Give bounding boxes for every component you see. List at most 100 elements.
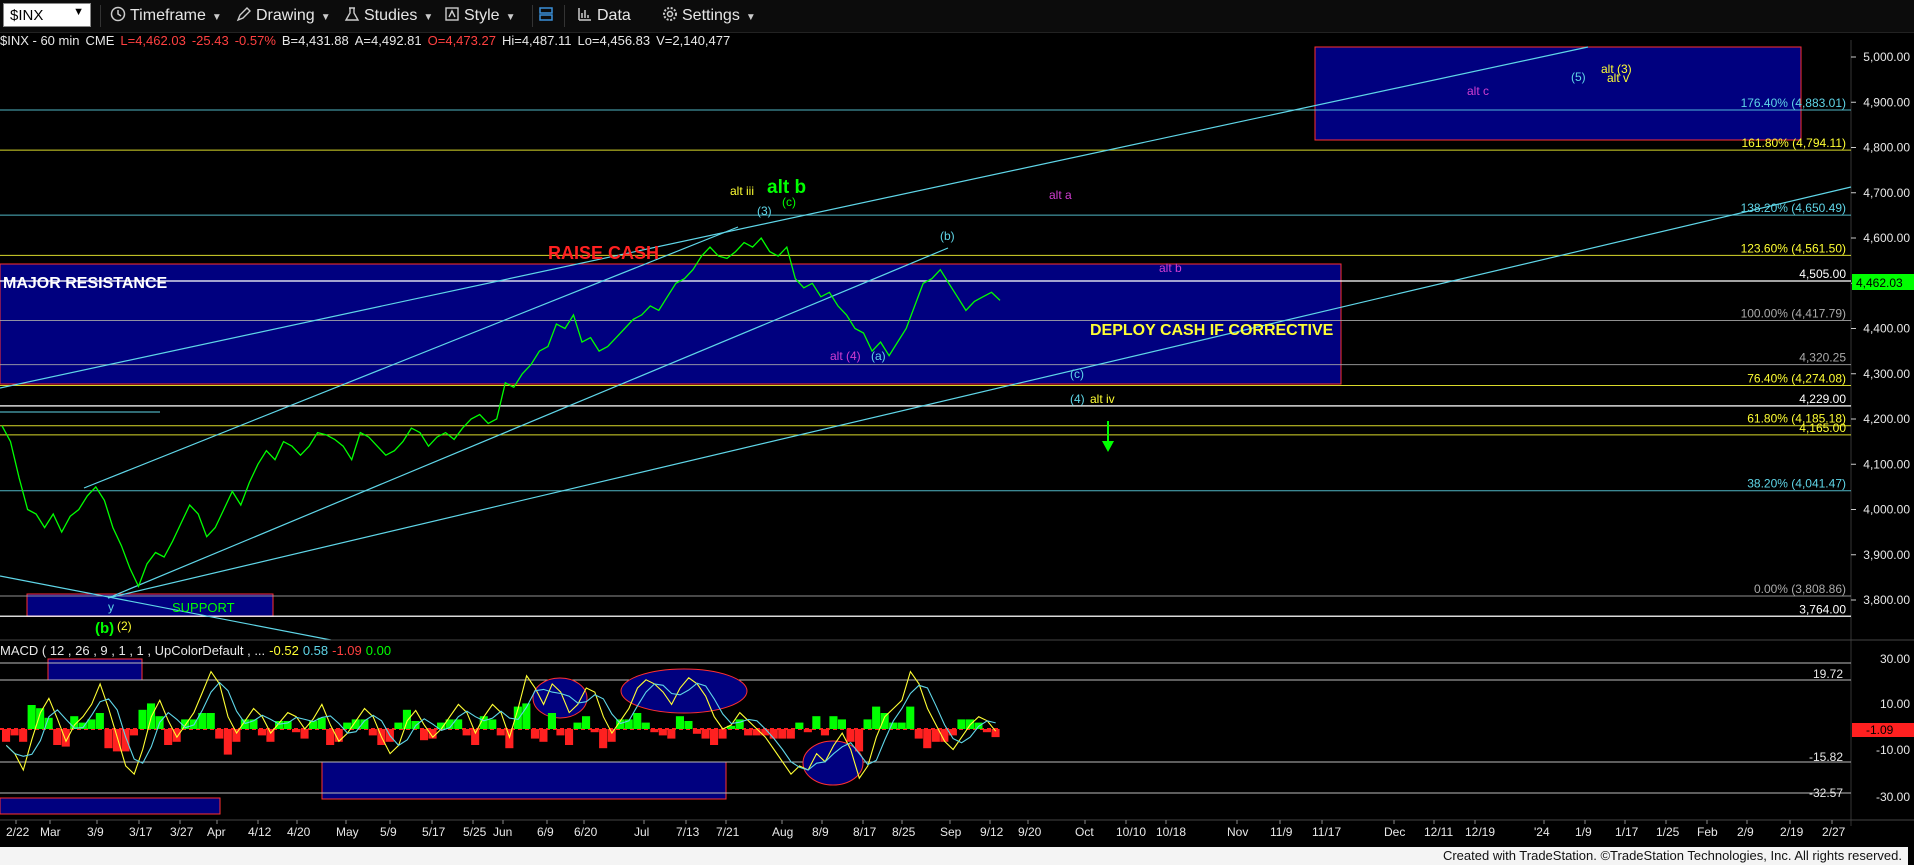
date-tick-label: Oct	[1075, 825, 1094, 839]
macd-bar	[53, 729, 62, 745]
date-tick-label: 11/17	[1312, 825, 1341, 839]
macd-bar	[795, 722, 804, 729]
wave-label-alt-a: alt a	[1049, 188, 1072, 202]
macd-bar	[906, 706, 915, 729]
date-axis: 2/22 Mar 3/9 3/17 3/27 Apr 4/12 4/20 May 5/9 5/17 5…	[6, 820, 1846, 839]
date-tick-label: Apr	[207, 825, 226, 839]
macd-bar	[292, 729, 301, 733]
macd-bar	[667, 729, 676, 739]
level-label: 4,229.00	[1799, 392, 1846, 406]
date-tick-label: 8/17	[853, 825, 877, 839]
wave-label-y: y	[108, 600, 114, 614]
macd-bar	[957, 719, 966, 729]
macd-bar	[95, 713, 104, 729]
macd-tick-label: -32.57	[1809, 786, 1843, 800]
macd-bar	[547, 713, 556, 729]
last-price-tag-text: 4,462.03	[1856, 276, 1903, 290]
macd-bar	[974, 722, 983, 729]
level-label: 4,320.25	[1799, 351, 1846, 365]
macd-bar	[87, 719, 96, 729]
macd-bar	[223, 729, 232, 755]
macd-bar	[411, 721, 420, 729]
date-tick-label: 11/9	[1270, 825, 1293, 839]
macd-bar	[778, 729, 787, 739]
macd-tick-label: -15.82	[1809, 750, 1843, 764]
macd-bar	[650, 729, 659, 733]
macd-label: MACD ( 12 , 26 , 9 , 1 , 1 , UpColorDefa…	[0, 643, 266, 658]
macd-ellipse	[532, 677, 588, 719]
macd-bar	[855, 729, 864, 752]
macd-bar	[232, 729, 241, 742]
macd-bar	[266, 729, 275, 742]
date-tick-label: 5/25	[463, 825, 487, 839]
wave-label-3: (3)	[757, 204, 772, 218]
date-tick-label: 2/27	[1822, 825, 1846, 839]
wave-label-b-green: (b)	[95, 620, 114, 637]
macd-bar	[897, 722, 906, 729]
level-label: 176.40% (4,883.01)	[1741, 96, 1846, 110]
date-tick-label: 2/22	[6, 825, 30, 839]
macd-zone	[47, 658, 143, 681]
raise-cash-label: RAISE CASH	[548, 243, 659, 263]
macd-zone	[0, 797, 221, 815]
date-tick-label: 8/9	[812, 825, 829, 839]
macd-bar	[803, 729, 812, 733]
date-tick-label: Nov	[1227, 825, 1248, 839]
macd-bar	[496, 729, 505, 736]
price-tick-label: 4,700.00	[1863, 186, 1910, 200]
date-tick-label: 2/9	[1737, 825, 1754, 839]
date-tick-label: 1/25	[1656, 825, 1680, 839]
deploy-cash-label: DEPLOY CASH IF CORRECTIVE	[1090, 322, 1334, 339]
macd-bar	[206, 713, 215, 729]
macd-bar	[633, 713, 642, 729]
price-tick-label: 4,800.00	[1863, 141, 1910, 155]
date-tick-label: Feb	[1697, 825, 1718, 839]
wave-label-a: (a)	[871, 349, 886, 363]
date-tick-label: Sep	[940, 825, 962, 839]
macd-bar	[607, 729, 616, 742]
date-tick-label: 3/9	[87, 825, 104, 839]
date-tick-label: May	[336, 825, 359, 839]
date-tick-label: 12/11	[1424, 825, 1453, 839]
macd-bar	[112, 729, 121, 752]
macd-bar	[710, 729, 719, 745]
macd-bar	[872, 706, 881, 729]
price-tick-label: 4,400.00	[1863, 322, 1910, 336]
macd-bar	[820, 729, 829, 736]
macd-bar	[19, 729, 28, 742]
macd-legend: MACD ( 12 , 26 , 9 , 1 , 1 , UpColorDefa…	[0, 643, 395, 658]
wave-label-c: (c)	[782, 195, 796, 209]
macd-tick-label: 19.72	[1813, 667, 1843, 681]
macd-tick-label: -10.00	[1876, 743, 1910, 757]
wave-label-4: (4)	[1070, 392, 1085, 406]
macd-bar	[368, 729, 377, 736]
macd-bar	[215, 729, 224, 739]
macd-bar	[138, 709, 147, 729]
macd-bar	[786, 729, 795, 739]
macd-bar	[718, 729, 727, 739]
level-label: 100.00% (4,417.79)	[1741, 306, 1846, 320]
macd-bar	[505, 729, 514, 749]
wave-label-alt-b-magenta: alt b	[1159, 261, 1182, 275]
price-chart[interactable]: 176.40% (4,883.01) 161.80% (4,794.11) 138.…	[0, 0, 1914, 865]
wave-label-2: (2)	[117, 619, 132, 633]
level-label: 123.60% (4,561.50)	[1741, 241, 1846, 255]
macd-bar	[982, 729, 991, 733]
macd-bar	[326, 729, 335, 745]
level-label: 4,165.00	[1799, 421, 1846, 435]
macd-bar	[556, 729, 565, 736]
price-tick-label: 3,900.00	[1863, 548, 1910, 562]
level-label: 0.00% (3,808.86)	[1754, 582, 1846, 596]
wave-label-alt-4: alt (4)	[830, 349, 861, 363]
macd-bar	[599, 729, 608, 749]
macd-bar	[590, 729, 599, 733]
macd-bar	[829, 716, 838, 729]
macd-value-1: -0.52	[269, 643, 299, 658]
macd-bar	[129, 729, 138, 736]
macd-bar	[61, 729, 70, 747]
date-tick-label: 1/9	[1575, 825, 1592, 839]
macd-tick-label: -30.00	[1876, 790, 1910, 804]
macd-bar	[44, 717, 53, 729]
macd-bar	[863, 719, 872, 729]
level-label: 4,505.00	[1799, 267, 1846, 281]
